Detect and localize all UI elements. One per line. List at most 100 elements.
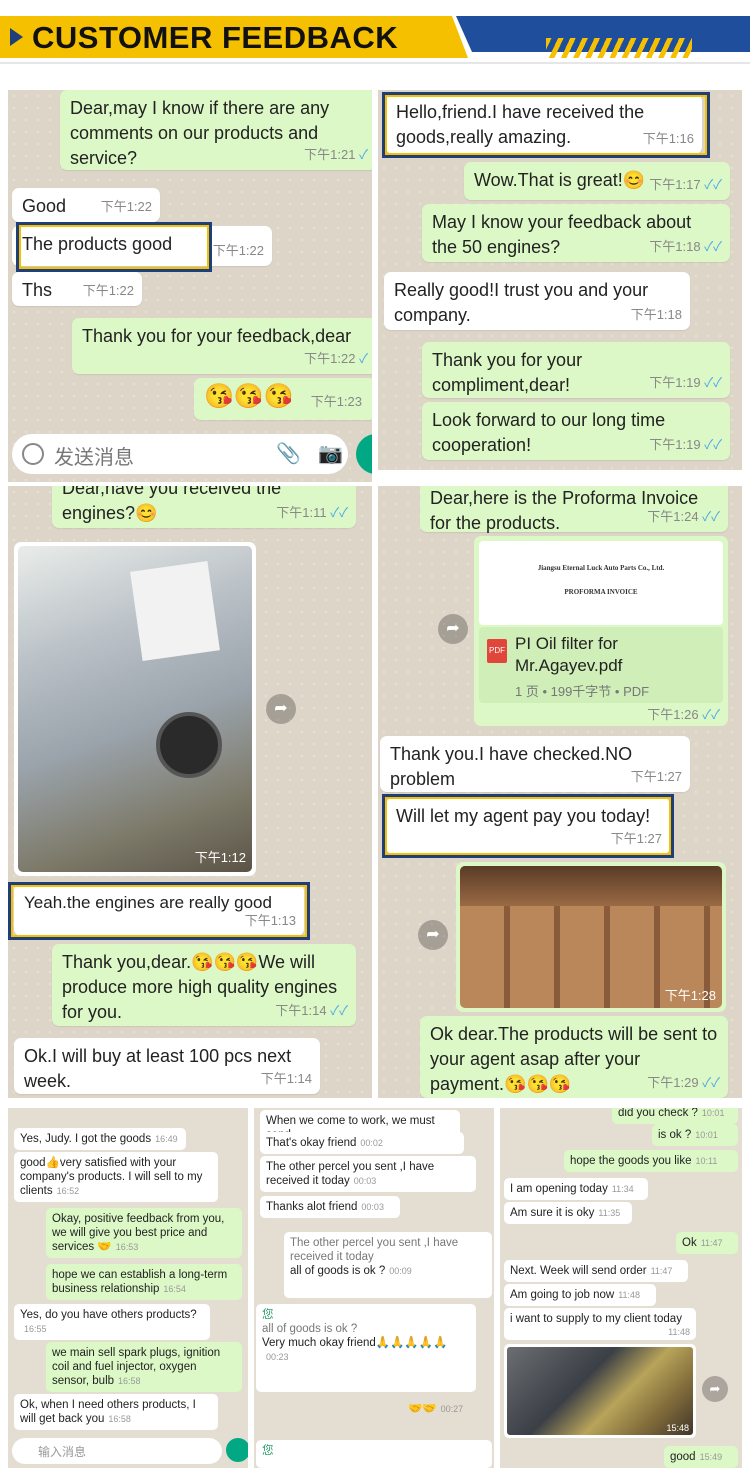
message-bubble: Thank you,dear.😘😘😘We will produce more h… bbox=[52, 944, 356, 1026]
message-time: 下午1:22 bbox=[212, 243, 264, 258]
forward-icon[interactable]: ➦ bbox=[438, 614, 468, 644]
paperclip-icon[interactable]: 📎 bbox=[276, 441, 301, 466]
chat-panel-1: Dear,may I know if there are any comment… bbox=[8, 90, 372, 482]
highlight-box bbox=[16, 222, 212, 272]
message-bubble: Dear,here is the Proforma Invoice for th… bbox=[420, 486, 728, 533]
pdf-icon: PDF bbox=[487, 639, 507, 663]
message-bubble: Ok, when I need others products, I will … bbox=[14, 1394, 218, 1430]
message-time: 下午1:19 ✓✓ bbox=[649, 437, 722, 452]
message-bubble: i want to supply to my client today 11:48 bbox=[504, 1308, 696, 1340]
message-bubble: good👍very satisfied with your company's … bbox=[14, 1152, 218, 1202]
chat-panel-2: Hello,friend.I have received the goods,r… bbox=[378, 90, 742, 470]
chat-panel-7: did you check ? 10:01 is ok ? 10:01 hope t… bbox=[500, 1108, 742, 1468]
message-time: 下午1:28 bbox=[664, 988, 716, 1003]
message-text: Thank you.I have checked.NO problem bbox=[390, 744, 633, 789]
message-bubble: hope we can establish a long-term busine… bbox=[46, 1264, 242, 1300]
document-meta: 1 页 • 199千字节 • PDF bbox=[515, 684, 650, 699]
forward-icon[interactable]: ➦ bbox=[266, 694, 296, 724]
message-bubble: Really good!I trust you and your company… bbox=[384, 272, 690, 330]
message-time: 下午1:27 bbox=[630, 769, 682, 784]
forward-icon[interactable]: ➦ bbox=[418, 920, 448, 950]
message-time: 下午1:29 ✓✓ bbox=[647, 1075, 720, 1090]
message-text: Ths bbox=[22, 280, 53, 300]
chat-panel-3: Dear,have you received the engines?😊 下午1:… bbox=[8, 486, 372, 1098]
message-bubble: Yes, do you have others products?16:55 bbox=[14, 1304, 210, 1340]
message-bubble: good 15:49 bbox=[664, 1446, 738, 1468]
message-time: 下午1:11 ✓✓ bbox=[276, 505, 348, 520]
message-time: 下午1:17 ✓✓ bbox=[649, 177, 722, 192]
message-bubble: is ok ? 10:01 bbox=[652, 1124, 738, 1146]
message-bubble: Am going to job now 11:48 bbox=[504, 1284, 656, 1306]
mic-button[interactable] bbox=[356, 434, 372, 474]
crates-photo: 下午1:28 bbox=[460, 866, 722, 1008]
chat-input-bar[interactable]: 发送消息 📎 📷 bbox=[12, 434, 348, 474]
message-bubble: 您 all of goods is ok ? Very much okay frie… bbox=[256, 1304, 476, 1392]
message-bubble: Dear,may I know if there are any comment… bbox=[60, 90, 372, 170]
document-message[interactable]: Jiangsu Eternal Luck Auto Parts Co., Ltd… bbox=[474, 536, 728, 726]
message-bubble: Dear,have you received the engines?😊 下午1:… bbox=[52, 486, 356, 528]
message-bubble: Thanks alot friend 00:03 bbox=[260, 1196, 400, 1218]
message-text: Dear,may I know if there are any comment… bbox=[70, 98, 330, 168]
message-text: Ok.I will buy at least 100 pcs next week… bbox=[24, 1046, 292, 1091]
camera-icon[interactable]: 📷 bbox=[318, 441, 343, 466]
message-text: Thank you for your feedback,dear bbox=[82, 326, 352, 346]
message-time: 下午1:18 bbox=[630, 307, 682, 322]
message-text: Good bbox=[22, 196, 67, 216]
message-text: Look forward to our long time cooperatio… bbox=[432, 410, 666, 455]
message-bubble: 您 bbox=[256, 1440, 492, 1468]
message-text: Thank you for your compliment,dear! bbox=[432, 350, 583, 395]
message-bubble: Am sure it is oky 11:35 bbox=[504, 1202, 632, 1224]
message-input[interactable]: 发送消息 bbox=[54, 441, 134, 470]
engine-label bbox=[130, 561, 220, 661]
header-stripes bbox=[546, 38, 692, 58]
play-arrow-icon bbox=[10, 28, 23, 46]
page-title: CUSTOMER FEEDBACK bbox=[32, 20, 399, 55]
message-bubble: hope the goods you like 10:11 bbox=[564, 1150, 738, 1172]
header-divider bbox=[0, 62, 750, 64]
message-bubble: Wow.That is great!😊 下午1:17 ✓✓ bbox=[464, 162, 730, 200]
message-time: 下午1:21 ✓ bbox=[304, 147, 368, 162]
image-message[interactable]: 下午1:28 bbox=[456, 862, 726, 1012]
message-time: 下午1:22 bbox=[100, 199, 152, 214]
message-bubble: Look forward to our long time cooperatio… bbox=[422, 402, 730, 460]
message-time: 下午1:22 bbox=[82, 283, 134, 298]
message-bubble: Okay, positive feedback from you, we wil… bbox=[46, 1208, 242, 1258]
document-company: Jiangsu Eternal Luck Auto Parts Co., Ltd… bbox=[537, 564, 665, 572]
goods-photo: 15:48 bbox=[507, 1347, 693, 1435]
mic-button[interactable] bbox=[226, 1438, 248, 1462]
message-time: 下午1:23 bbox=[310, 394, 362, 409]
document-heading: PROFORMA INVOICE bbox=[564, 588, 638, 596]
message-time: 下午1:12 bbox=[194, 850, 246, 865]
message-text: 😘😘😘 bbox=[204, 383, 294, 410]
message-time: 下午1:22 ✓ bbox=[304, 351, 368, 366]
message-time: 下午1:14 ✓✓ bbox=[275, 1003, 348, 1018]
message-input[interactable]: 输入消息 bbox=[38, 1443, 86, 1460]
message-bubble: Yes, Judy. I got the goods 16:49 bbox=[14, 1128, 186, 1150]
chat-input-bar[interactable]: 输入消息 bbox=[12, 1438, 222, 1464]
message-bubble: Thank you for your compliment,dear! 下午1:1… bbox=[422, 342, 730, 398]
document-filename: PI Oil filter for Mr.Agayev.pdf bbox=[515, 634, 623, 675]
message-bubble: Good 下午1:22 bbox=[12, 188, 160, 222]
document-info: PDF PI Oil filter for Mr.Agayev.pdf 1 页 … bbox=[479, 627, 723, 703]
crate-lid bbox=[460, 866, 722, 906]
chat-panel-5: Yes, Judy. I got the goods 16:49 good👍ver… bbox=[8, 1108, 248, 1468]
highlight-box bbox=[8, 882, 310, 940]
message-bubble: Ok dear.The products will be sent to you… bbox=[420, 1016, 728, 1098]
forward-icon[interactable]: ➦ bbox=[702, 1376, 728, 1402]
message-time: 下午1:26 ✓✓ bbox=[647, 707, 720, 722]
message-bubble: Ok.I will buy at least 100 pcs next week… bbox=[14, 1038, 320, 1094]
message-bubble: That's okay friend 00:02 bbox=[260, 1132, 464, 1154]
engine-photo: 下午1:12 bbox=[18, 546, 252, 872]
document-preview: Jiangsu Eternal Luck Auto Parts Co., Ltd… bbox=[479, 541, 723, 625]
message-text: Wow.That is great!😊 bbox=[474, 170, 646, 190]
page-header: CUSTOMER FEEDBACK bbox=[0, 0, 750, 64]
image-message[interactable]: 下午1:12 bbox=[14, 542, 256, 876]
message-bubble: Next. Week will send order 11:47 bbox=[504, 1260, 688, 1282]
message-time: 下午1:14 bbox=[260, 1071, 312, 1086]
message-bubble: 😘😘😘 下午1:23 bbox=[194, 378, 372, 420]
oil-cap bbox=[156, 712, 222, 778]
emoji-icon[interactable] bbox=[22, 443, 44, 465]
chat-panel-6: When we come to work, we must send That'… bbox=[254, 1108, 494, 1468]
image-message[interactable]: 15:48 bbox=[504, 1344, 696, 1438]
message-text: Dear,have you received the engines?😊 bbox=[62, 486, 282, 523]
